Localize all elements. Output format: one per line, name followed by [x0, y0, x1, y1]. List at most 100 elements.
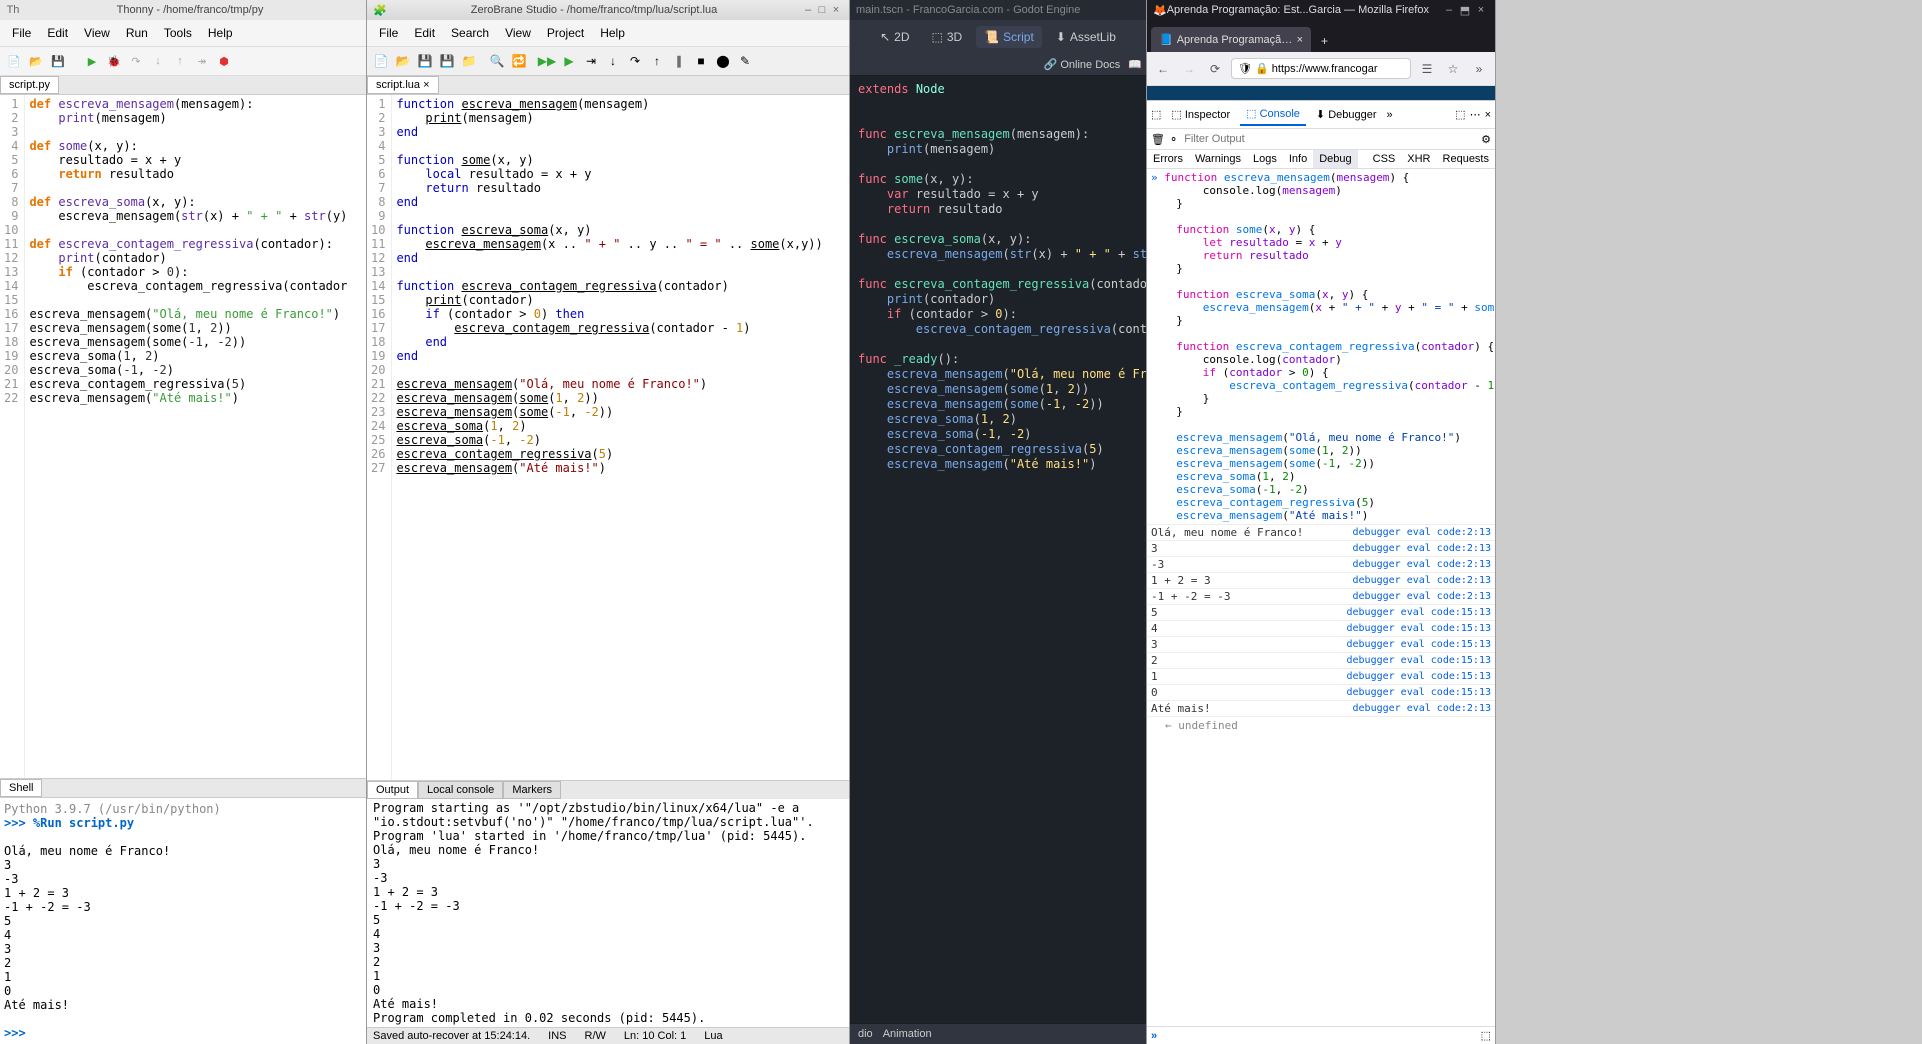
stop-icon[interactable]: ⬢ — [214, 51, 234, 71]
tab-close-icon[interactable]: × — [423, 79, 429, 91]
multiline-icon[interactable]: ⬚ — [1481, 1029, 1491, 1042]
menu-edit[interactable]: Edit — [406, 22, 443, 44]
toggle-breakpoint-icon[interactable]: ⬤ — [713, 51, 733, 71]
menu-search[interactable]: Search — [443, 22, 497, 44]
filter-input[interactable] — [1182, 131, 1477, 147]
menu-run[interactable]: Run — [118, 22, 156, 44]
maximize-icon[interactable]: □ — [815, 4, 829, 16]
close-icon[interactable]: × — [1473, 4, 1489, 16]
minimize-icon[interactable]: – — [1441, 4, 1457, 16]
devtools-settings-icon[interactable]: ⋯ — [1470, 108, 1481, 121]
new-file-icon[interactable]: 📄 — [4, 51, 24, 71]
cat-info[interactable]: Info — [1283, 150, 1313, 168]
console-log-row[interactable]: 5debugger eval code:15:13 — [1147, 604, 1495, 620]
zerobrane-code[interactable]: function escreva_mensagem(mensagem) prin… — [392, 95, 849, 780]
markers-tab[interactable]: Markers — [503, 781, 561, 799]
2d-button[interactable]: ↖ 2D — [872, 26, 917, 48]
replace-icon[interactable]: 🔁 — [509, 51, 529, 71]
save-icon[interactable]: 💾 — [48, 51, 68, 71]
zerobrane-editor[interactable]: 1 2 3 4 5 6 7 8 9 10 11 12 13 14 15 16 1… — [367, 95, 849, 780]
open-icon[interactable]: 📂 — [393, 51, 413, 71]
menu-view[interactable]: View — [76, 22, 118, 44]
debugger-tab[interactable]: ⬇ Debugger — [1310, 104, 1383, 125]
console-log-row[interactable]: 3debugger eval code:15:13 — [1147, 636, 1495, 652]
bookmark-icon[interactable]: ☆ — [1443, 62, 1463, 76]
console-log-row[interactable]: -1 + -2 = -3debugger eval code:2:13 — [1147, 588, 1495, 604]
menu-view[interactable]: View — [497, 22, 539, 44]
page-content[interactable] — [1147, 86, 1495, 100]
new-icon[interactable]: 📄 — [371, 51, 391, 71]
step-into-icon[interactable]: ↓ — [603, 51, 623, 71]
console-log-row[interactable]: 4debugger eval code:15:13 — [1147, 620, 1495, 636]
open-file-icon[interactable]: 📂 — [26, 51, 46, 71]
docs-icon[interactable]: 📖 — [1128, 58, 1142, 71]
console-tab[interactable]: ⬚ Console — [1240, 103, 1306, 126]
step-out-icon[interactable]: ↑ — [170, 51, 190, 71]
break-icon[interactable]: ∥ — [669, 51, 689, 71]
cat-errors[interactable]: Errors — [1147, 150, 1189, 168]
address-bar[interactable]: 🛡 🔒 https://www.francogar — [1231, 58, 1411, 79]
console-body[interactable]: » function escreva_mensagem(mensagem) { … — [1147, 169, 1495, 1026]
debug-icon[interactable]: 🐞 — [104, 51, 124, 71]
menu-file[interactable]: File — [371, 22, 406, 44]
zerobrane-tab[interactable]: script.lua × — [367, 76, 439, 94]
online-docs-link[interactable]: 🔗 Online Docs — [1044, 58, 1121, 71]
cat-css[interactable]: CSS — [1367, 150, 1402, 168]
run-to-cursor-icon[interactable]: ⇥ — [581, 51, 601, 71]
menu-help[interactable]: Help — [200, 22, 241, 44]
devtools-menu-icon[interactable]: ⬚ — [1455, 108, 1465, 121]
step-in-icon[interactable]: ↓ — [148, 51, 168, 71]
cat-requests[interactable]: Requests — [1437, 150, 1495, 168]
console-log-row[interactable]: 3debugger eval code:2:13 — [1147, 540, 1495, 556]
new-tab-button[interactable]: + — [1315, 30, 1334, 52]
lock-icon[interactable]: 🔒 — [1255, 63, 1269, 75]
step-out-icon[interactable]: ↑ — [647, 51, 667, 71]
close-icon[interactable]: × — [829, 4, 843, 16]
save-icon[interactable]: 💾 — [415, 51, 435, 71]
console-input[interactable]: » ⬚ — [1147, 1026, 1495, 1044]
minimize-icon[interactable]: – — [801, 4, 815, 16]
stop-icon[interactable]: ■ — [691, 51, 711, 71]
bookmark-icon[interactable]: ✎ — [735, 51, 755, 71]
menu-file[interactable]: File — [4, 22, 39, 44]
forward-icon[interactable]: → — [1179, 62, 1199, 76]
shield-icon[interactable]: 🛡 — [1238, 63, 1252, 75]
trash-icon[interactable]: 🗑 — [1151, 133, 1165, 146]
bottom-tab-animation[interactable]: Animation — [883, 1028, 932, 1040]
console-log-row[interactable]: 1debugger eval code:15:13 — [1147, 668, 1495, 684]
settings-gear-icon[interactable]: ⚙ — [1481, 133, 1491, 146]
assetlib-button[interactable]: ⬇ AssetLib — [1048, 26, 1124, 48]
console-log-row[interactable]: -3debugger eval code:2:13 — [1147, 556, 1495, 572]
thonny-tab[interactable]: script.py — [0, 76, 59, 94]
console-log-row[interactable]: 1 + 2 = 3debugger eval code:2:13 — [1147, 572, 1495, 588]
menu-tools[interactable]: Tools — [156, 22, 200, 44]
cat-debug[interactable]: Debug — [1313, 150, 1357, 168]
3d-button[interactable]: ⬚ 3D — [923, 26, 970, 48]
menu-edit[interactable]: Edit — [39, 22, 76, 44]
menu-help[interactable]: Help — [592, 22, 633, 44]
godot-editor[interactable]: extends Node func escreva_mensagem(mensa… — [850, 76, 1146, 1023]
save-all-icon[interactable]: 💾 — [437, 51, 457, 71]
tab-close-icon[interactable]: × — [1297, 34, 1303, 46]
shell-tab[interactable]: Shell — [0, 779, 42, 797]
reader-icon[interactable]: ☰ — [1417, 62, 1437, 76]
reload-icon[interactable]: ⟳ — [1205, 62, 1225, 76]
step-over-icon[interactable]: ↷ — [625, 51, 645, 71]
step-over-icon[interactable]: ↷ — [126, 51, 146, 71]
more-tabs-icon[interactable]: » — [1387, 109, 1393, 121]
console-log-row[interactable]: Até mais!debugger eval code:2:13 — [1147, 700, 1495, 716]
browser-tab[interactable]: 📘 Aprenda Programação: Estru × — [1151, 27, 1311, 52]
start-debug-icon[interactable]: ▶ — [559, 51, 579, 71]
run-icon[interactable]: ▶▶ — [537, 51, 557, 71]
console-log-row[interactable]: 0debugger eval code:15:13 — [1147, 684, 1495, 700]
shell-body[interactable]: Python 3.9.7 (/usr/bin/python) >>> %Run … — [0, 798, 366, 1044]
thonny-code[interactable]: def escreva_mensagem(mensagem): print(me… — [25, 95, 366, 778]
cat-logs[interactable]: Logs — [1247, 150, 1283, 168]
thonny-editor[interactable]: 1 2 3 4 5 6 7 8 9 10 11 12 13 14 15 16 1… — [0, 95, 366, 778]
local-console-tab[interactable]: Local console — [418, 781, 503, 799]
inspector-tab[interactable]: ⬚ Inspector — [1165, 104, 1236, 125]
devtools-close-icon[interactable]: × — [1485, 109, 1491, 121]
run-icon[interactable]: ▶ — [82, 51, 102, 71]
project-dir-icon[interactable]: 📁 — [459, 51, 479, 71]
pick-element-icon[interactable]: ⬚ — [1151, 108, 1161, 121]
